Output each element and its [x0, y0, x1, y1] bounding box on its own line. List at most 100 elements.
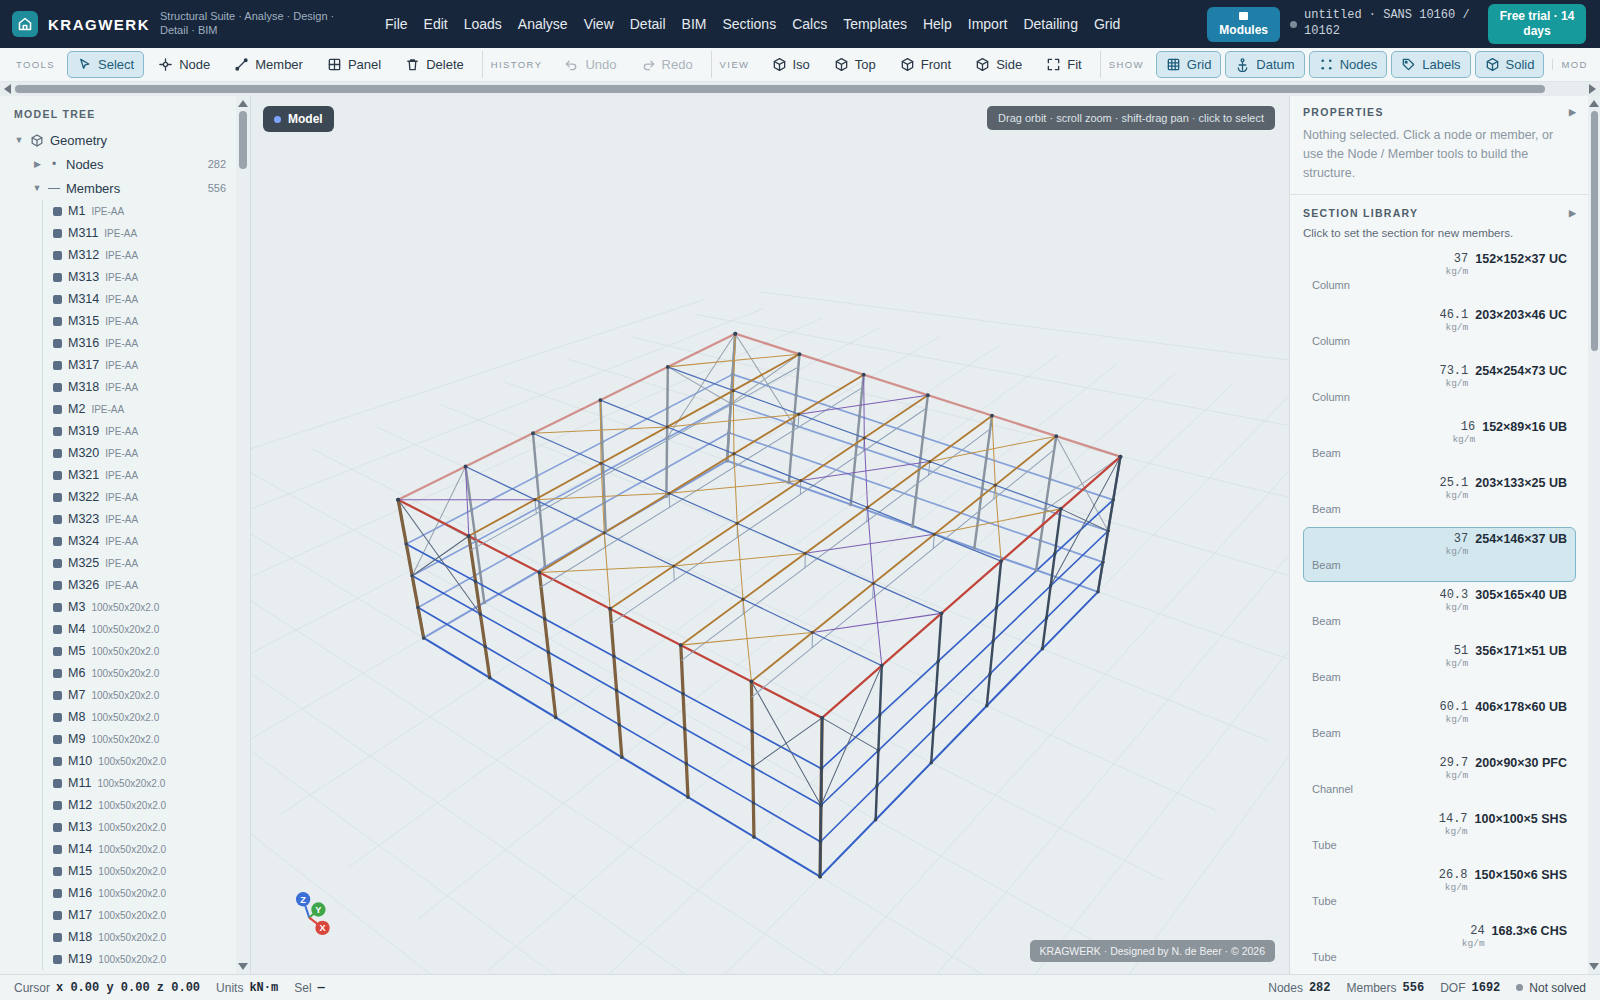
member-row[interactable]: M13100x50x20x2.0: [42, 816, 236, 838]
member-line[interactable]: [974, 416, 992, 548]
grid-line[interactable]: [833, 420, 1289, 974]
toolbar-button[interactable]: Fit: [1036, 51, 1091, 78]
toolbar-button[interactable]: Iso: [762, 51, 820, 78]
toolbar-button[interactable]: Nodes: [1309, 51, 1388, 78]
node-dot[interactable]: [1045, 616, 1048, 619]
node-dot[interactable]: [787, 481, 790, 484]
node-dot[interactable]: [875, 784, 878, 787]
member-line[interactable]: [610, 609, 622, 758]
node-dot[interactable]: [731, 373, 734, 376]
node-dot[interactable]: [603, 501, 606, 504]
tree-scrollbar[interactable]: [236, 96, 250, 974]
section-card[interactable]: 25.1kg/m203×133×25 UBBeam: [1303, 471, 1576, 526]
node-dot[interactable]: [479, 612, 482, 615]
node-dot[interactable]: [820, 716, 824, 720]
node-dot[interactable]: [467, 534, 471, 538]
node-dot[interactable]: [679, 643, 683, 647]
toolbar-button[interactable]: Labels: [1391, 51, 1470, 78]
member-line[interactable]: [533, 433, 545, 567]
member-line[interactable]: [1042, 509, 1060, 649]
member-line[interactable]: [822, 718, 878, 750]
toolbar-button[interactable]: Delete: [395, 51, 474, 78]
menu-item[interactable]: Detailing: [1015, 12, 1085, 36]
member-line[interactable]: [600, 400, 602, 463]
member-line[interactable]: [821, 531, 1108, 805]
member-row[interactable]: M11100x50x20x2.0: [42, 772, 236, 794]
node-dot[interactable]: [874, 818, 877, 821]
member-line[interactable]: [1045, 457, 1120, 510]
node-dot[interactable]: [914, 496, 917, 499]
node-dot[interactable]: [820, 767, 823, 770]
node-dot[interactable]: [1048, 477, 1051, 480]
member-line[interactable]: [734, 454, 737, 524]
grid-line[interactable]: [505, 382, 1289, 671]
member-line[interactable]: [412, 404, 731, 576]
node-dot[interactable]: [934, 694, 937, 697]
node-dot[interactable]: [752, 801, 755, 804]
node-dot[interactable]: [535, 474, 538, 477]
node-dot[interactable]: [725, 459, 728, 462]
node-dot[interactable]: [608, 607, 612, 611]
node-dot[interactable]: [990, 414, 994, 418]
member-line[interactable]: [820, 592, 1098, 877]
model-canvas[interactable]: ZYX: [251, 96, 1289, 974]
member-row[interactable]: M319IPE-AA: [42, 420, 236, 442]
grid-line[interactable]: [251, 337, 939, 762]
member-line[interactable]: [539, 375, 863, 573]
menu-item[interactable]: View: [576, 12, 622, 36]
member-line[interactable]: [533, 427, 667, 433]
node-dot[interactable]: [538, 505, 541, 508]
member-line[interactable]: [733, 391, 735, 454]
member-line[interactable]: [535, 500, 536, 514]
node-dot[interactable]: [666, 407, 669, 410]
node-dot[interactable]: [973, 546, 976, 549]
member-line[interactable]: [820, 718, 822, 877]
node-dot[interactable]: [405, 542, 408, 545]
member-line[interactable]: [863, 375, 865, 438]
node-dot[interactable]: [797, 413, 800, 416]
node-dot[interactable]: [405, 542, 408, 545]
member-line[interactable]: [737, 523, 743, 599]
member-line[interactable]: [751, 682, 754, 837]
member-row[interactable]: M9100x50x20x2.0: [42, 728, 236, 750]
node-dot[interactable]: [981, 487, 984, 490]
trial-button[interactable]: Free trial · 14 days: [1488, 4, 1586, 44]
node-dot[interactable]: [918, 466, 921, 469]
node-dot[interactable]: [926, 393, 930, 397]
member-line[interactable]: [821, 666, 882, 806]
member-line[interactable]: [668, 367, 1061, 509]
node-dot[interactable]: [819, 840, 822, 843]
grid-line[interactable]: [251, 585, 848, 974]
member-line[interactable]: [821, 500, 1113, 769]
node-dot[interactable]: [727, 431, 730, 434]
node-dot[interactable]: [750, 729, 753, 732]
member-row[interactable]: M324IPE-AA: [42, 530, 236, 552]
member-line[interactable]: [913, 395, 928, 526]
menu-item[interactable]: Calcs: [784, 12, 835, 36]
node-dot[interactable]: [741, 598, 744, 601]
toolbar-button[interactable]: Top: [824, 51, 886, 78]
member-row[interactable]: M316IPE-AA: [42, 332, 236, 354]
member-line[interactable]: [682, 429, 991, 660]
node-dot[interactable]: [820, 716, 824, 720]
node-dot[interactable]: [668, 492, 671, 495]
grid-line[interactable]: [902, 430, 1289, 974]
node-dot[interactable]: [537, 570, 541, 574]
member-line[interactable]: [406, 374, 732, 544]
node-dot[interactable]: [665, 436, 668, 439]
menu-item[interactable]: BIM: [674, 12, 715, 36]
node-dot[interactable]: [819, 804, 822, 807]
member-line[interactable]: [466, 466, 485, 602]
member-line[interactable]: [933, 534, 934, 548]
node-dot[interactable]: [483, 645, 486, 648]
node-dot[interactable]: [877, 749, 880, 752]
node-dot[interactable]: [863, 436, 866, 439]
section-card[interactable]: 29.7kg/m200×90×30 PFCChannel: [1303, 751, 1576, 806]
node-dot[interactable]: [615, 689, 618, 692]
node-dot[interactable]: [729, 402, 732, 405]
node-dot[interactable]: [1101, 560, 1104, 563]
section-card[interactable]: 46.1kg/m203×203×46 UCColumn: [1303, 303, 1576, 358]
node-dot[interactable]: [685, 762, 688, 765]
node-dot[interactable]: [1054, 434, 1058, 438]
node-dot[interactable]: [1106, 529, 1109, 532]
